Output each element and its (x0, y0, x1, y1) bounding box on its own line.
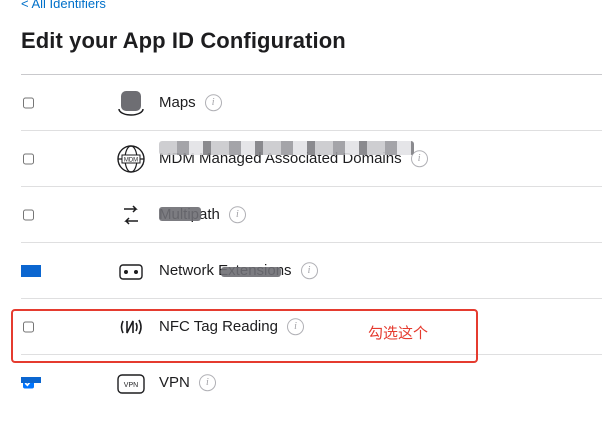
multipath-checkbox[interactable] (23, 209, 34, 220)
svg-text:VPN: VPN (124, 382, 138, 389)
capability-row-mdm: MDM MDM Managed Associated Domains i (21, 130, 602, 186)
redaction-overlay (21, 265, 41, 277)
capability-row-maps: Maps i (21, 74, 602, 130)
info-icon[interactable]: i (204, 94, 222, 112)
capability-row-network-extensions: Network Extensionsi (21, 242, 602, 298)
info-icon[interactable]: i (228, 206, 246, 224)
maps-icon (118, 90, 144, 116)
page-title: Edit your App ID Configuration (21, 28, 346, 53)
redaction-overlay (159, 207, 201, 221)
capability-name-maps: Maps i (159, 94, 222, 112)
capability-name-vpn: VPN i (159, 374, 216, 392)
back-to-all-identifiers-link[interactable]: < All Identifiers (21, 0, 106, 11)
info-icon[interactable]: i (198, 374, 216, 392)
redaction-overlay (21, 377, 41, 383)
maps-checkbox[interactable] (23, 97, 34, 108)
multipath-arrows-icon (124, 204, 138, 225)
mdm-checkbox[interactable] (23, 153, 34, 164)
capability-row-multipath: Multipathi (21, 186, 602, 242)
network-extensions-icon (119, 263, 143, 280)
info-icon[interactable]: i (300, 262, 318, 280)
svg-text:MDM: MDM (124, 157, 138, 163)
vpn-icon: VPN (117, 373, 145, 394)
annotation-text: 勾选这个 (368, 325, 429, 342)
redaction-overlay (221, 267, 281, 277)
mdm-globe-icon: MDM (117, 144, 145, 173)
redaction-overlay (159, 141, 414, 155)
